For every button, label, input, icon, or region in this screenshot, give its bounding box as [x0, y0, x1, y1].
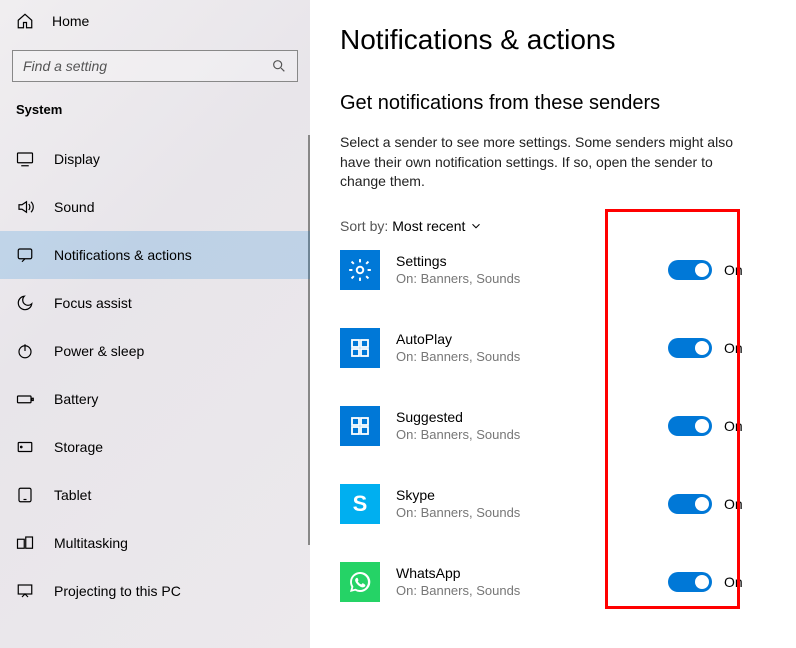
toggle-label: On	[724, 496, 743, 512]
sidebar-item-label: Battery	[54, 391, 98, 407]
sender-name: Skype	[396, 487, 652, 503]
toggle-switch[interactable]	[668, 338, 712, 358]
suggested-app-icon	[340, 406, 380, 446]
sound-icon	[16, 198, 34, 216]
sender-subtitle: On: Banners, Sounds	[396, 349, 652, 364]
chevron-down-icon	[469, 219, 483, 233]
autoplay-app-icon	[340, 328, 380, 368]
whatsapp-app-icon	[340, 562, 380, 602]
sidebar-item-notifications[interactable]: Notifications & actions	[0, 231, 310, 279]
toggle-label: On	[724, 418, 743, 434]
sender-subtitle: On: Banners, Sounds	[396, 505, 652, 520]
toggle-switch[interactable]	[668, 494, 712, 514]
sidebar-item-label: Storage	[54, 439, 103, 455]
sender-row-settings[interactable]: Settings On: Banners, Sounds On	[340, 248, 766, 292]
sidebar-item-label: Display	[54, 151, 100, 167]
sender-name: AutoPlay	[396, 331, 652, 347]
sender-row-suggested[interactable]: Suggested On: Banners, Sounds On	[340, 404, 766, 448]
sidebar-item-battery[interactable]: Battery	[0, 375, 310, 423]
sidebar-item-tablet[interactable]: Tablet	[0, 471, 310, 519]
sidebar-item-label: Tablet	[54, 487, 91, 503]
sidebar-item-power[interactable]: Power & sleep	[0, 327, 310, 375]
tablet-icon	[16, 486, 34, 504]
toggle-switch[interactable]	[668, 260, 712, 280]
sender-subtitle: On: Banners, Sounds	[396, 583, 652, 598]
sort-by-dropdown[interactable]: Sort by: Most recent	[340, 218, 766, 234]
sidebar-item-focus-assist[interactable]: Focus assist	[0, 279, 310, 327]
toggle-switch[interactable]	[668, 572, 712, 592]
home-nav[interactable]: Home	[0, 0, 310, 46]
home-label: Home	[52, 13, 89, 29]
toggle-switch[interactable]	[668, 416, 712, 436]
toggle-label: On	[724, 262, 743, 278]
focus-icon	[16, 294, 34, 312]
battery-icon	[16, 390, 34, 408]
sidebar-item-multitasking[interactable]: Multitasking	[0, 519, 310, 567]
sidebar-item-label: Notifications & actions	[54, 247, 192, 263]
sidebar-item-sound[interactable]: Sound	[0, 183, 310, 231]
search-field[interactable]	[23, 58, 271, 74]
notifications-icon	[16, 246, 34, 264]
display-icon	[16, 150, 34, 168]
sidebar-item-storage[interactable]: Storage	[0, 423, 310, 471]
multitasking-icon	[16, 534, 34, 552]
main-content: Notifications & actions Get notification…	[310, 0, 796, 648]
sidebar-section-header: System	[0, 98, 310, 135]
projecting-icon	[16, 582, 34, 600]
skype-app-icon: S	[340, 484, 380, 524]
search-input[interactable]	[12, 50, 298, 82]
search-icon	[271, 58, 287, 74]
sender-name: Settings	[396, 253, 652, 269]
power-icon	[16, 342, 34, 360]
sidebar-item-label: Focus assist	[54, 295, 132, 311]
toggle-label: On	[724, 340, 743, 356]
sender-row-whatsapp[interactable]: WhatsApp On: Banners, Sounds On	[340, 560, 766, 604]
sort-by-value: Most recent	[392, 218, 465, 234]
settings-app-icon	[340, 250, 380, 290]
sender-subtitle: On: Banners, Sounds	[396, 427, 652, 442]
home-icon	[16, 12, 34, 30]
sender-name: Suggested	[396, 409, 652, 425]
sidebar-item-label: Sound	[54, 199, 94, 215]
sidebar-item-label: Power & sleep	[54, 343, 144, 359]
section-title: Get notifications from these senders	[340, 92, 766, 115]
sidebar-item-display[interactable]: Display	[0, 135, 310, 183]
storage-icon	[16, 438, 34, 456]
sidebar-nav: Display Sound Notifications & actions Fo…	[0, 135, 310, 615]
page-title: Notifications & actions	[340, 24, 766, 56]
toggle-label: On	[724, 574, 743, 590]
sender-row-autoplay[interactable]: AutoPlay On: Banners, Sounds On	[340, 326, 766, 370]
sender-subtitle: On: Banners, Sounds	[396, 271, 652, 286]
sender-row-skype[interactable]: S Skype On: Banners, Sounds On	[340, 482, 766, 526]
sidebar-item-label: Multitasking	[54, 535, 128, 551]
sender-list: Settings On: Banners, Sounds On AutoPlay…	[340, 248, 766, 604]
sidebar: Home System Display Sound Notifications …	[0, 0, 310, 648]
sidebar-item-label: Projecting to this PC	[54, 583, 181, 599]
sidebar-item-projecting[interactable]: Projecting to this PC	[0, 567, 310, 615]
sort-by-label: Sort by:	[340, 218, 388, 234]
section-description: Select a sender to see more settings. So…	[340, 133, 760, 192]
sender-name: WhatsApp	[396, 565, 652, 581]
